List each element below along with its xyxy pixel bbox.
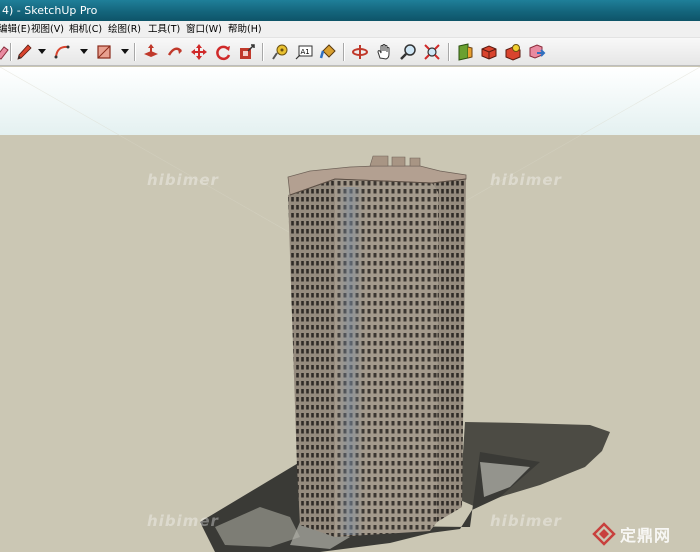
toolbar-separator	[10, 43, 11, 61]
window-title: 4) - SketchUp Pro	[2, 4, 98, 17]
sky	[0, 67, 700, 135]
pan-icon[interactable]	[374, 42, 394, 62]
pencil-icon[interactable]	[14, 42, 34, 62]
zoom-extents-icon[interactable]	[422, 42, 442, 62]
paint-bucket-icon[interactable]	[318, 42, 338, 62]
components-icon[interactable]	[479, 42, 499, 62]
section-plane-icon[interactable]	[455, 42, 475, 62]
move-icon[interactable]	[189, 42, 209, 62]
menu-tools[interactable]: 工具(T)	[148, 21, 180, 38]
rotate-icon[interactable]	[213, 42, 233, 62]
model-viewport[interactable]: hibimer hibimer hibimer hibimer	[0, 67, 700, 552]
watermark-logo: hibimer	[490, 171, 562, 189]
follow-me-icon[interactable]	[165, 42, 185, 62]
share-model-icon[interactable]	[527, 42, 547, 62]
main-toolbar: A1	[0, 38, 700, 66]
rectangle-icon[interactable]	[94, 42, 114, 62]
site-logo-icon	[592, 522, 616, 546]
text-icon[interactable]: A1	[294, 42, 314, 62]
arc-dropdown-arrow[interactable]	[80, 49, 88, 54]
toolbar-separator	[262, 43, 263, 61]
menu-view[interactable]: 视图(V)	[31, 21, 64, 38]
watermark-logo: hibimer	[147, 512, 219, 530]
menu-camera[interactable]: 相机(C)	[69, 21, 102, 38]
title-bar: 4) - SketchUp Pro	[0, 0, 700, 21]
toolbar-separator	[448, 43, 449, 61]
watermark-logo: hibimer	[147, 171, 219, 189]
site-name: 定鼎网	[620, 526, 672, 545]
menu-help[interactable]: 帮助(H)	[228, 21, 262, 38]
pencil-dropdown-arrow[interactable]	[38, 49, 46, 54]
text-tool-label: A1	[301, 48, 310, 56]
model-scene[interactable]	[0, 67, 700, 552]
toolbar-separator	[343, 43, 344, 61]
menu-bar: 编辑(E) 视图(V) 相机(C) 绘图(R) 工具(T) 窗口(W) 帮助(H…	[0, 21, 700, 38]
rectangle-dropdown-arrow[interactable]	[121, 49, 129, 54]
building-glass-strip	[336, 187, 364, 535]
site-watermark-badge: 定鼎网	[592, 519, 700, 549]
push-pull-icon[interactable]	[141, 42, 161, 62]
offset-icon[interactable]	[237, 42, 257, 62]
menu-draw[interactable]: 绘图(R)	[108, 21, 141, 38]
watermark-logo: hibimer	[490, 512, 562, 530]
tape-measure-icon[interactable]	[270, 42, 290, 62]
orbit-icon[interactable]	[350, 42, 370, 62]
zoom-icon[interactable]	[398, 42, 418, 62]
arc-icon[interactable]	[52, 42, 72, 62]
toolbar-separator	[134, 43, 135, 61]
menu-window[interactable]: 窗口(W)	[186, 21, 222, 38]
menu-edit[interactable]: 编辑(E)	[0, 21, 30, 38]
3d-warehouse-icon[interactable]	[503, 42, 523, 62]
